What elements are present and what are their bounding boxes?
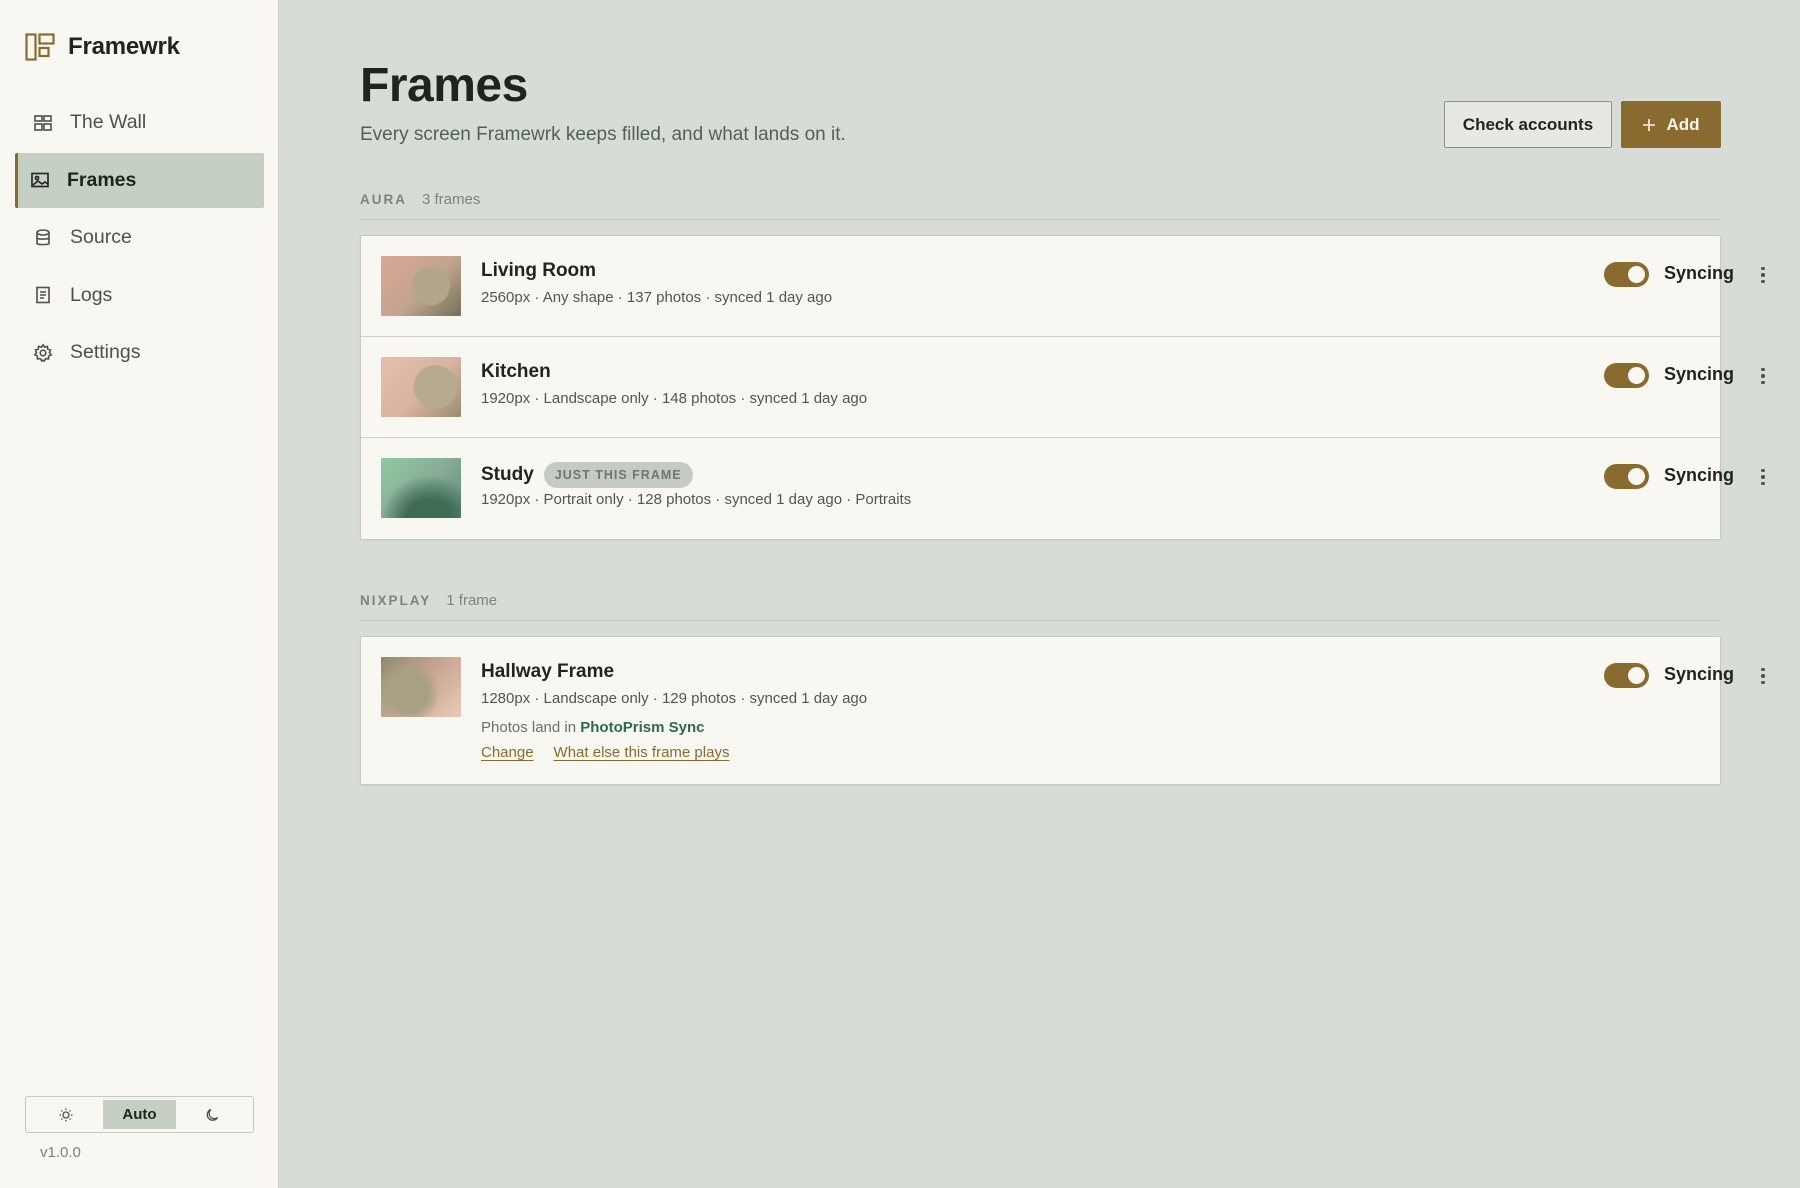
scope-badge: JUST THIS FRAME xyxy=(543,462,693,488)
frame-meta: 1920px · Portrait only · 128 photos · sy… xyxy=(481,491,912,508)
add-button-label: Add xyxy=(1666,114,1700,134)
frame-list-nixplay: Hallway Frame 1280px · Landscape only · … xyxy=(360,636,1765,785)
gear-icon xyxy=(33,342,53,362)
add-button[interactable]: Add xyxy=(1621,101,1721,148)
frame-row-living-room[interactable]: Living Room 2560px · Any shape · 137 pho… xyxy=(361,236,1765,337)
group-header-nixplay: NIXPLAY 1 frame xyxy=(360,592,497,609)
frame-title: Living Room xyxy=(481,260,596,282)
document-icon xyxy=(36,286,50,304)
sidebar-item-label: Source xyxy=(70,226,132,248)
sidebar-item-label: The Wall xyxy=(70,111,147,133)
sidebar-item-source[interactable]: Source xyxy=(15,210,264,265)
theme-light-button[interactable] xyxy=(29,1100,103,1129)
sync-toggle[interactable] xyxy=(1604,663,1649,688)
toggle-knob xyxy=(1628,468,1645,485)
brand[interactable]: Framewrk xyxy=(25,33,180,61)
frame-row-hallway[interactable]: Hallway Frame 1280px · Landscape only · … xyxy=(361,637,1765,784)
group-divider xyxy=(360,620,1721,621)
frame-list-aura: Living Room 2560px · Any shape · 137 pho… xyxy=(360,235,1765,540)
plus-icon xyxy=(1643,118,1656,131)
what-else-link[interactable]: What else this frame plays xyxy=(554,744,730,761)
moon-icon xyxy=(206,1108,219,1121)
group-divider xyxy=(360,219,1721,220)
sidebar-item-label: Logs xyxy=(70,283,113,306)
frame-name: Hallway Frame xyxy=(481,661,615,682)
sync-toggle[interactable] xyxy=(1604,262,1649,287)
more-options-icon[interactable] xyxy=(1753,362,1773,390)
theme-switch: Auto xyxy=(25,1096,254,1133)
frame-title: Hallway Frame xyxy=(481,661,614,683)
database-icon xyxy=(36,228,50,245)
frame-title: Kitchen xyxy=(481,361,551,383)
frame-title: Study JUST THIS FRAME xyxy=(481,462,693,488)
sidebar-item-frames[interactable]: Frames xyxy=(15,152,264,208)
frame-thumbnail xyxy=(381,357,461,417)
sidebar-item-logs[interactable]: Logs xyxy=(15,268,264,323)
sidebar-nav: The Wall Frames Source Logs Settings xyxy=(15,95,264,383)
frame-name: Living Room xyxy=(481,260,597,281)
more-options-icon[interactable] xyxy=(1753,463,1773,491)
photos-destination: Photos land in PhotoPrism Sync xyxy=(481,719,704,736)
frame-name: Kitchen xyxy=(481,361,551,382)
sidebar-item-settings[interactable]: Settings xyxy=(15,325,264,380)
toggle-knob xyxy=(1628,367,1645,384)
sidebar-item-the-wall[interactable]: The Wall xyxy=(15,95,264,150)
frame-meta: 1280px · Landscape only · 129 photos · s… xyxy=(481,690,868,707)
frame-row-kitchen[interactable]: Kitchen 1920px · Landscape only · 148 ph… xyxy=(361,337,1765,438)
check-accounts-button[interactable]: Check accounts xyxy=(1444,101,1612,148)
sync-status: Syncing xyxy=(1664,664,1735,684)
more-options-icon[interactable] xyxy=(1753,662,1773,690)
framewrk-logo-icon xyxy=(25,33,55,61)
theme-dark-button[interactable] xyxy=(176,1100,250,1129)
change-link[interactable]: Change xyxy=(481,744,534,761)
sidebar-item-label: Frames xyxy=(67,168,137,191)
sync-toggle[interactable] xyxy=(1604,363,1649,388)
sync-status: Syncing xyxy=(1664,364,1735,384)
app-version: v1.0.0 xyxy=(40,1144,81,1161)
page-title: Frames xyxy=(360,59,528,112)
toggle-knob xyxy=(1628,667,1645,684)
sync-status: Syncing xyxy=(1664,263,1735,283)
more-options-icon[interactable] xyxy=(1753,261,1773,289)
frame-thumbnail xyxy=(381,256,461,316)
group-count: 3 frames xyxy=(422,191,481,208)
group-count: 1 frame xyxy=(446,592,498,609)
sync-status: Syncing xyxy=(1664,465,1735,485)
destination-link[interactable]: PhotoPrism Sync xyxy=(580,719,704,736)
sun-icon xyxy=(59,1108,73,1121)
sidebar: Framewrk The Wall Frames Source Logs Set… xyxy=(0,0,279,1188)
group-name: AURA xyxy=(360,192,407,207)
group-name: NIXPLAY xyxy=(360,593,432,608)
brand-name: Framewrk xyxy=(68,33,180,60)
sidebar-item-label: Settings xyxy=(70,341,141,363)
frame-thumbnail xyxy=(381,657,461,717)
frame-thumbnail xyxy=(381,458,461,518)
image-icon xyxy=(31,172,49,188)
frame-actions: Change What else this frame plays xyxy=(481,744,729,761)
frame-meta: 1920px · Landscape only · 148 photos · s… xyxy=(481,390,868,407)
frame-name: Study xyxy=(481,464,534,485)
toggle-knob xyxy=(1628,266,1645,283)
frame-row-study[interactable]: Study JUST THIS FRAME 1920px · Portrait … xyxy=(361,438,1765,539)
page-subtitle: Every screen Framewrk keeps filled, and … xyxy=(360,124,846,145)
theme-auto-button[interactable]: Auto xyxy=(102,1100,177,1129)
destination-prefix: Photos land in xyxy=(481,719,577,736)
frame-meta: 2560px · Any shape · 137 photos · synced… xyxy=(481,289,833,306)
grid-icon xyxy=(34,114,52,131)
group-header-aura: AURA 3 frames xyxy=(360,191,480,208)
sync-toggle[interactable] xyxy=(1604,464,1649,489)
main-content: Frames Every screen Framewrk keeps fille… xyxy=(280,0,1800,1188)
